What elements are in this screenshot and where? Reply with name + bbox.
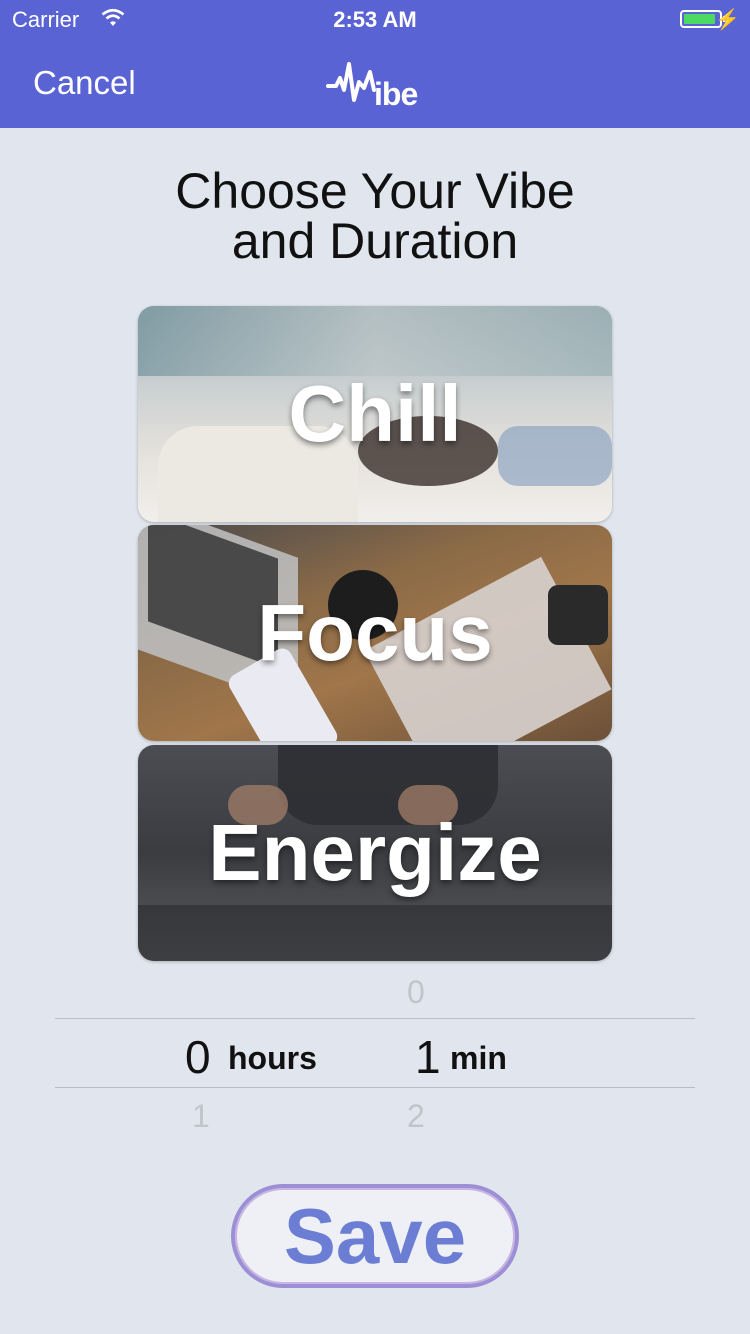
title-line-2: and Duration [231,213,519,269]
vibe-label-chill: Chill [288,369,462,458]
navigation-bar: Cancel ibe [0,40,750,128]
picker-selection-bottom-line [55,1087,695,1088]
clock-time: 2:53 AM [333,7,417,32]
cancel-button[interactable]: Cancel [33,64,136,102]
picker-selection-top-line [55,1018,695,1019]
minutes-option-above[interactable]: 0 [407,974,425,1011]
minutes-option-below[interactable]: 2 [407,1098,425,1135]
save-button[interactable]: Save [231,1184,519,1288]
charging-bolt-icon: ⚡ [715,9,740,31]
vibe-card-chill[interactable]: Chill [138,306,612,522]
title-line-1: Choose Your Vibe [175,163,575,219]
vibe-label-focus: Focus [257,588,493,677]
duration-picker[interactable]: 0 hours 1 0 1 min 2 [55,970,695,1134]
page-title: Choose Your Vibe and Duration [0,166,750,266]
minutes-selected-value[interactable]: 1 [415,1030,441,1084]
status-bar: Carrier 2:53 AM ⚡ [0,0,750,40]
vibe-logo: ibe [326,60,426,112]
waveform-icon [326,62,376,102]
hours-option-below[interactable]: 1 [192,1098,210,1135]
vibe-card-energize[interactable]: Energize [138,745,612,961]
vibe-label-energize: Energize [208,808,542,897]
battery-level [684,14,715,24]
logo-text: ibe [374,76,418,112]
vibe-card-focus[interactable]: Focus [138,525,612,741]
hours-selected-value[interactable]: 0 [185,1030,211,1084]
minutes-unit-label: min [450,1040,507,1076]
hours-unit-label: hours [228,1040,317,1076]
